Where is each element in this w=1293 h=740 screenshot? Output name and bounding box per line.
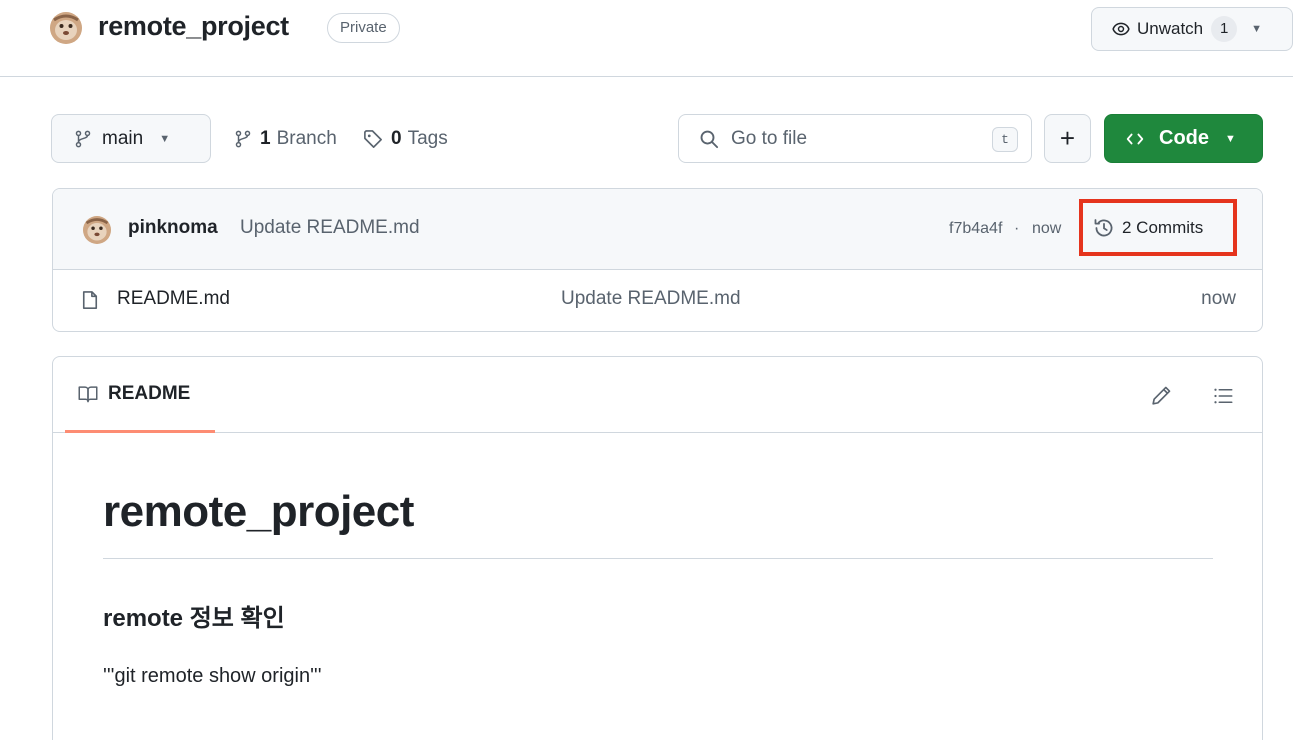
go-to-file-input[interactable]: [731, 127, 971, 150]
keyboard-shortcut-hint: t: [992, 127, 1018, 152]
readme-panel: README remote_project remote 정보 확인 '''gi…: [52, 356, 1263, 740]
commits-history-link[interactable]: 2 Commits: [1079, 199, 1237, 256]
file-name-link[interactable]: README.md: [117, 288, 230, 310]
file-commit-time: now: [1201, 288, 1236, 309]
repo-name-link[interactable]: remote_project: [98, 11, 289, 42]
book-icon: [78, 385, 98, 402]
commit-author-link[interactable]: pinknoma: [128, 217, 218, 239]
readme-tab-label: README: [108, 382, 191, 404]
chevron-down-icon: ▼: [159, 132, 171, 145]
latest-commit-bar: pinknoma Update README.md f7b4a4f · now …: [53, 189, 1262, 270]
file-commit-message-link[interactable]: Update README.md: [561, 288, 741, 310]
history-icon: [1094, 218, 1113, 236]
search-icon: [700, 130, 719, 148]
branches-link[interactable]: 1 Branch: [234, 114, 337, 163]
file-list: pinknoma Update README.md f7b4a4f · now …: [52, 188, 1263, 332]
code-label: Code: [1159, 127, 1209, 149]
eye-icon: [1112, 22, 1130, 36]
file-icon: [82, 291, 98, 309]
unwatch-label: Unwatch: [1137, 19, 1204, 38]
list-outline-icon[interactable]: [1211, 386, 1235, 406]
readme-heading-1: remote_project: [103, 487, 1213, 559]
code-icon: [1126, 133, 1144, 144]
pencil-icon[interactable]: [1150, 385, 1172, 407]
tags-label: Tags: [407, 127, 448, 149]
code-button[interactable]: Code ▼: [1104, 114, 1263, 163]
file-row[interactable]: README.md Update README.md now: [53, 270, 1262, 331]
chevron-down-icon: ▼: [1225, 132, 1236, 145]
branches-label: Branch: [276, 127, 337, 149]
commits-count-label: 2 Commits: [1122, 217, 1204, 237]
readme-paragraph: '''git remote show origin''': [103, 665, 322, 687]
repo-header: remote_project Private Unwatch 1 ▼: [0, 0, 1293, 77]
go-to-file-search[interactable]: t: [678, 114, 1032, 163]
readme-heading-2: remote 정보 확인: [103, 605, 285, 632]
unwatch-button[interactable]: Unwatch 1 ▼: [1091, 7, 1293, 51]
branch-name: main: [102, 127, 144, 149]
tag-icon: [364, 129, 382, 148]
visibility-badge: Private: [327, 13, 400, 43]
commit-separator: ·: [1014, 220, 1020, 237]
git-branch-icon: [235, 130, 251, 147]
user-avatar-icon[interactable]: [50, 12, 82, 44]
readme-tabbar: README: [53, 357, 1262, 433]
tab-readme[interactable]: README: [65, 357, 215, 433]
tags-link[interactable]: 0 Tags: [363, 114, 448, 163]
chevron-down-icon: ▼: [1251, 23, 1263, 35]
add-file-button[interactable]: +: [1044, 114, 1091, 163]
commit-sha-link[interactable]: f7b4a4f: [949, 220, 1002, 238]
author-avatar-icon[interactable]: [83, 216, 111, 244]
watch-count-badge: 1: [1211, 16, 1238, 42]
commit-time: now: [1032, 220, 1062, 237]
git-branch-icon: [75, 130, 91, 147]
branch-select-button[interactable]: main ▼: [51, 114, 211, 163]
tags-count: 0: [391, 127, 402, 149]
commit-message-link[interactable]: Update README.md: [240, 217, 420, 239]
branches-count: 1: [260, 127, 271, 149]
